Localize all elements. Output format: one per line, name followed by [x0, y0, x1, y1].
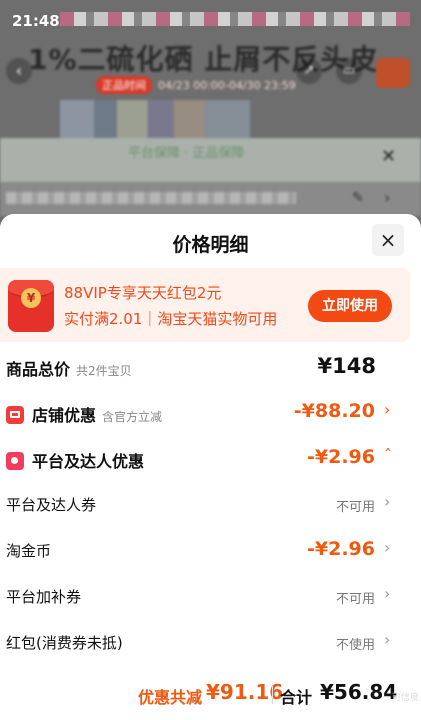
total-value: ¥56.84 [320, 680, 398, 704]
row-value: ¥148 [317, 354, 376, 378]
chevron-right-icon: › [384, 630, 391, 649]
edit-icon: ✎ [352, 190, 364, 206]
taojinbi-row[interactable]: 淘金币 -¥2.96 › [0, 536, 421, 566]
row-label: 商品总价 [6, 360, 71, 379]
platform-coupon-row[interactable]: 平台及达人券 不可用 › [0, 490, 421, 520]
tag-icon [6, 452, 24, 470]
row-sublabel: 含官方立减 [102, 410, 163, 424]
row-value: -¥88.20 [293, 400, 375, 422]
row-sublabel: 共2件宝贝 [76, 364, 132, 378]
price-detail-sheet: 价格明细 × ¥ 88VIP专享天天红包2元 实付满2.01｜淘宝天猫实物可用 … [0, 214, 421, 720]
row-label: 淘金币 [6, 542, 52, 560]
status-time: 21:48 [12, 12, 60, 30]
chevron-right-icon: › [384, 188, 391, 207]
cart-icon: ▭ [336, 58, 362, 84]
store-discount-row[interactable]: 店铺优惠 含官方立减 -¥88.20 › [0, 398, 421, 428]
background-address-row: ✎ › [0, 182, 421, 216]
discount-label: 优惠共减 [138, 688, 203, 707]
background-product-title: 1%二硫化硒 止屑不反头皮 [28, 43, 379, 76]
platform-subsidy-row[interactable]: 平台加补券 不可用 › [0, 582, 421, 612]
chevron-right-icon: › [384, 538, 391, 557]
summary-footer: 优惠共减 ¥91.16 合计 ¥56.84 可信度 [0, 676, 421, 720]
red-envelope-icon: ¥ [8, 280, 54, 332]
divider [272, 686, 273, 704]
chevron-right-icon: › [384, 400, 391, 419]
vip-red-packet-banner: ¥ 88VIP专享天天红包2元 实付满2.01｜淘宝天猫实物可用 立即使用 [0, 268, 410, 342]
chevron-right-icon: › [384, 584, 391, 603]
row-label: 平台加补券 [6, 588, 82, 606]
row-value: 不可用 [335, 592, 375, 607]
total-price-row: 商品总价 共2件宝贝 ¥148 [0, 352, 421, 382]
sheet-title: 价格明细 [172, 234, 249, 256]
background-promo: 正品时间 04/23 00:00-04/30 23:59 [96, 76, 296, 94]
row-value: -¥2.96 [307, 446, 375, 468]
background-guarantee-bar: 平台保障 · 正品保障 ✕ [0, 138, 421, 182]
row-value: 不使用 [335, 638, 375, 653]
close-icon: ✕ [381, 146, 397, 167]
use-now-button[interactable]: 立即使用 [308, 290, 392, 322]
background-product-strip [60, 100, 250, 138]
status-bar: 21:48 [0, 0, 421, 34]
vip-condition: 实付满2.01｜淘宝天猫实物可用 [64, 310, 278, 328]
row-value: -¥2.96 [307, 538, 375, 560]
red-packet-row[interactable]: 红包(消费券未抵) 不使用 › [0, 628, 421, 658]
share-icon: ↗ [296, 58, 322, 84]
row-label: 平台及达人券 [6, 496, 97, 514]
platform-discount-row[interactable]: 平台及达人优惠 -¥2.96 ˆ [0, 444, 421, 474]
row-label: 店铺优惠 [32, 406, 97, 425]
row-value: 不可用 [335, 500, 375, 515]
chevron-right-icon: › [384, 492, 391, 511]
watermark: 可信度 [392, 693, 420, 703]
vip-title: 88VIP专享天天红包2元 [64, 284, 222, 302]
more-icon [376, 58, 410, 88]
total-label: 合计 [280, 688, 313, 707]
close-button[interactable]: × [372, 224, 404, 256]
back-icon: ‹ [6, 58, 32, 84]
chevron-up-icon: ˆ [384, 446, 392, 465]
background-product-page: 1%二硫化硒 止屑不反头皮 ‹ ↗ ▭ 正品时间 04/23 00:00-04/3… [0, 0, 421, 230]
row-label: 平台及达人优惠 [32, 452, 145, 471]
row-label: 红包(消费券未抵) [6, 634, 123, 652]
store-icon [6, 406, 24, 424]
